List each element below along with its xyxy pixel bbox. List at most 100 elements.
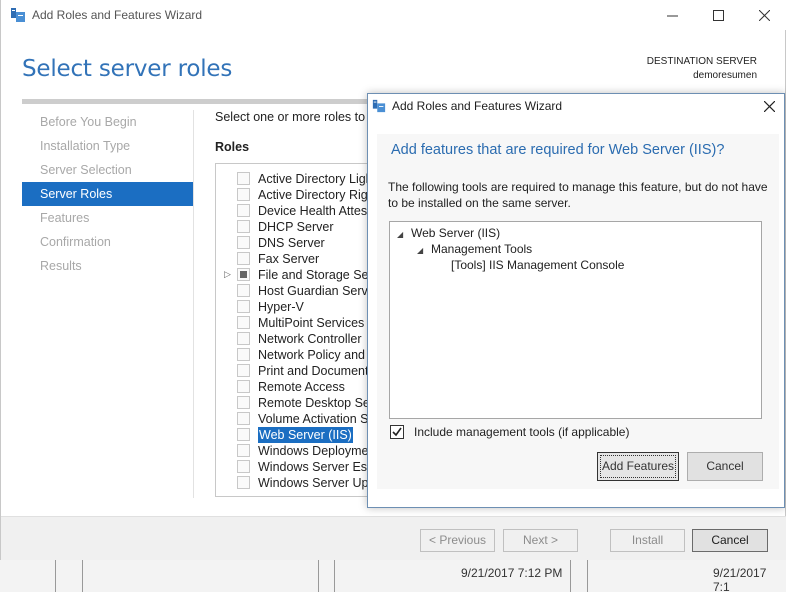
role-checkbox[interactable] [237,316,250,329]
role-checkbox[interactable] [237,252,250,265]
cancel-button[interactable]: Cancel [692,529,768,552]
role-checkbox[interactable] [237,332,250,345]
role-label: Network Controller [258,332,362,346]
dialog-title-bar: Add Roles and Features Wizard [368,94,784,118]
required-features-tree[interactable]: ◢ Web Server (IIS) ◢ Management Tools [Too… [389,221,762,419]
role-item[interactable]: DHCP Server [216,219,374,235]
tree-item-label: Web Server (IIS) [411,226,501,240]
wizard-footer: < Previous Next > Install Cancel [1,516,786,560]
role-checkbox[interactable] [237,444,250,457]
role-checkbox[interactable] [237,188,250,201]
minimize-button[interactable] [649,0,695,30]
destination-label: DESTINATION SERVER [646,56,757,67]
maximize-button[interactable] [695,0,741,30]
close-icon [763,100,775,113]
role-item[interactable]: Fax Server [216,251,374,267]
role-checkbox[interactable] [237,300,250,313]
page-title: Select server roles [22,56,233,82]
role-checkbox[interactable] [237,284,250,297]
role-label: MultiPoint Services [258,316,365,330]
expand-triangle-icon[interactable]: ▷ [224,269,231,280]
roles-heading: Roles [215,140,250,154]
role-label: Network Policy and Access Services [258,348,374,362]
role-checkbox[interactable] [237,396,250,409]
dialog-description: The following tools are required to mana… [388,180,768,210]
taskbar: 9/21/2017 7:12 PM 9/21/2017 7:1 [0,560,786,594]
role-label: Volume Activation Services [258,412,374,426]
tree-item-iis-management-console[interactable]: [Tools] IIS Management Console [451,257,624,273]
role-label: DHCP Server [258,220,334,234]
role-item[interactable]: Windows Server Essentials Experience [216,459,374,475]
previous-button[interactable]: < Previous [420,529,495,552]
role-item[interactable]: Web Server (IIS) [216,427,374,443]
taskbar-separator [82,560,83,592]
role-checkbox[interactable] [237,348,250,361]
next-button[interactable]: Next > [503,529,578,552]
collapse-triangle-icon[interactable]: ◢ [397,227,411,243]
close-button[interactable] [741,0,786,30]
role-label: DNS Server [258,236,325,250]
role-checkbox[interactable] [237,380,250,393]
role-checkbox[interactable] [237,428,250,441]
role-item[interactable]: Active Directory Rights Management Servi… [216,187,374,203]
role-item[interactable]: Volume Activation Services [216,411,374,427]
role-item[interactable]: MultiPoint Services [216,315,374,331]
nav-item-confirmation[interactable]: Confirmation [22,230,193,254]
dialog-close-button[interactable] [760,96,778,116]
role-label: Remote Desktop Services [258,396,374,410]
role-label: Remote Access [258,380,345,394]
role-item[interactable]: Remote Access [216,379,374,395]
role-item[interactable]: Windows Deployment Services [216,443,375,459]
nav-item-installation-type[interactable]: Installation Type [22,134,193,158]
add-features-button[interactable]: Add Features [597,452,679,481]
include-management-tools-checkbox[interactable] [390,425,404,439]
role-checkbox[interactable] [237,204,250,217]
taskbar-separator [570,560,571,592]
taskbar-separator [587,560,588,592]
dialog-body: Add features that are required for Web S… [377,134,779,489]
dialog-cancel-button[interactable]: Cancel [687,452,763,481]
role-item[interactable]: Active Directory Lightweight Directory S… [216,171,374,187]
dialog-heading: Add features that are required for Web S… [391,142,725,158]
nav-item-results[interactable]: Results [22,254,193,278]
role-checkbox[interactable] [237,460,250,473]
role-label: Active Directory Rights Management Servi… [258,188,374,202]
role-checkbox[interactable] [237,236,250,249]
role-item[interactable]: Remote Desktop Services [216,395,374,411]
roles-description: Select one or more roles to install on t… [215,110,371,124]
collapse-triangle-icon[interactable]: ◢ [417,243,431,259]
role-label: Fax Server [258,252,320,266]
tree-item-label: [Tools] IIS Management Console [451,258,625,272]
role-item[interactable]: ▷ File and Storage Services [216,267,374,283]
checkmark-icon [392,427,402,437]
taskbar-timestamp: 9/21/2017 7:12 PM [461,566,563,580]
nav-item-before-you-begin[interactable]: Before You Begin [22,110,193,134]
install-button[interactable]: Install [610,529,685,552]
role-item[interactable]: Network Policy and Access Services [216,347,374,363]
title-bar: Add Roles and Features Wizard [1,0,786,30]
nav-item-features[interactable]: Features [22,206,193,230]
roles-list[interactable]: Active Directory Lightweight Directory S… [215,163,375,497]
role-item[interactable]: Windows Server Update Services [216,475,374,491]
role-item[interactable]: Network Controller [216,331,374,347]
role-item[interactable]: Device Health Attestation [216,203,374,219]
role-item[interactable]: Hyper-V [216,299,374,315]
nav-divider [193,110,194,498]
taskbar-timestamp: 9/21/2017 7:1 [713,566,767,594]
taskbar-separator [55,560,56,592]
role-checkbox[interactable] [237,172,250,185]
role-checkbox[interactable] [237,220,250,233]
role-label: Windows Deployment Services [258,444,375,458]
window-title: Add Roles and Features Wizard [32,8,203,22]
role-item[interactable]: Print and Document Services [216,363,374,379]
nav-item-server-selection[interactable]: Server Selection [22,158,193,182]
role-checkbox[interactable] [237,476,250,489]
role-checkbox[interactable] [237,412,250,425]
nav-item-server-roles[interactable]: Server Roles [22,182,193,206]
maximize-icon [712,9,724,21]
role-checkbox[interactable] [237,364,250,377]
close-icon [758,9,770,21]
role-checkbox[interactable] [237,268,250,281]
role-item[interactable]: Host Guardian Service [216,283,374,299]
role-item[interactable]: DNS Server [216,235,374,251]
